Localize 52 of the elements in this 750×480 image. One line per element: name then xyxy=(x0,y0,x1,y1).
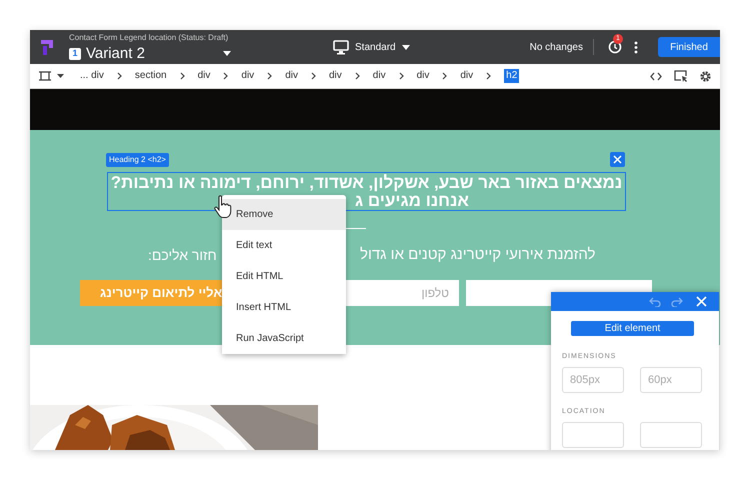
crop-icon[interactable] xyxy=(39,70,51,82)
finished-button[interactable]: Finished xyxy=(658,37,720,57)
breadcrumb-item[interactable]: div xyxy=(198,69,210,83)
monitor-icon[interactable] xyxy=(333,40,349,54)
menu-item[interactable]: Insert HTML xyxy=(222,292,346,323)
menu-item[interactable]: Edit HTML xyxy=(222,261,346,292)
breadcrumb-item[interactable]: div xyxy=(285,69,298,83)
chevron-icon xyxy=(486,72,492,80)
variant-name: Variant 2 xyxy=(86,46,145,62)
close-icon xyxy=(613,155,622,164)
chevron-icon xyxy=(442,72,448,80)
heading-text: אנחנו מגיעים ג xyxy=(354,192,469,210)
save-status: No changes xyxy=(530,40,583,54)
project-title: Contact Form Legend location (Status: Draft) xyxy=(69,32,228,44)
select-element-icon[interactable] xyxy=(674,70,688,82)
phone-field[interactable]: טלפון xyxy=(346,280,459,306)
breadcrumb-item[interactable]: div xyxy=(241,69,254,83)
menu-item[interactable]: Edit text xyxy=(222,230,346,261)
chevron-icon xyxy=(116,72,122,80)
more-icon[interactable] xyxy=(634,40,638,54)
chevron-icon xyxy=(398,72,404,80)
menu-item[interactable]: Run JavaScript xyxy=(222,323,346,354)
breadcrumb-item[interactable]: div xyxy=(328,69,342,83)
device-label[interactable]: Standard xyxy=(355,40,396,54)
breadcrumb-item[interactable]: div xyxy=(416,69,430,83)
dimension-field[interactable] xyxy=(562,422,624,448)
breadcrumb-item[interactable]: h2 xyxy=(504,69,520,83)
settings-icon[interactable] xyxy=(699,70,712,82)
caret-icon[interactable] xyxy=(57,74,64,78)
breadcrumb-item[interactable]: section xyxy=(134,69,167,83)
edit-element-button[interactable]: Edit element xyxy=(571,321,694,336)
chevron-icon xyxy=(310,72,316,80)
caret-icon[interactable] xyxy=(402,44,410,50)
subtitle-text: להזמנת אירועי קייטרינג קטנים או גדול xyxy=(360,245,596,265)
chevron-icon xyxy=(354,72,360,80)
element-tag-label: Heading 2 <h2> xyxy=(106,153,169,167)
subtitle-text: חזור אליכם: xyxy=(148,246,217,265)
breadcrumb-item[interactable]: ... div xyxy=(80,69,104,83)
caret-icon[interactable] xyxy=(223,50,231,56)
chevron-icon xyxy=(180,72,185,80)
heading-text: נמצאים באזור באר שבע, אשקלון, אשדוד, ירוחם, דימונה או נתיבות? xyxy=(110,173,624,192)
menu-item[interactable]: Remove xyxy=(222,199,346,230)
variant-number-badge: 1 xyxy=(69,48,81,60)
close-button[interactable] xyxy=(610,152,625,167)
history-icon[interactable] xyxy=(608,40,622,54)
breadcrumb-item[interactable]: div xyxy=(460,69,474,83)
code-icon[interactable] xyxy=(650,72,662,80)
breadcrumb-item[interactable]: div xyxy=(372,69,386,83)
chevron-icon xyxy=(267,72,272,80)
chevron-icon xyxy=(223,72,228,80)
close-icon[interactable] xyxy=(696,296,707,307)
dimension-field[interactable] xyxy=(640,422,702,448)
